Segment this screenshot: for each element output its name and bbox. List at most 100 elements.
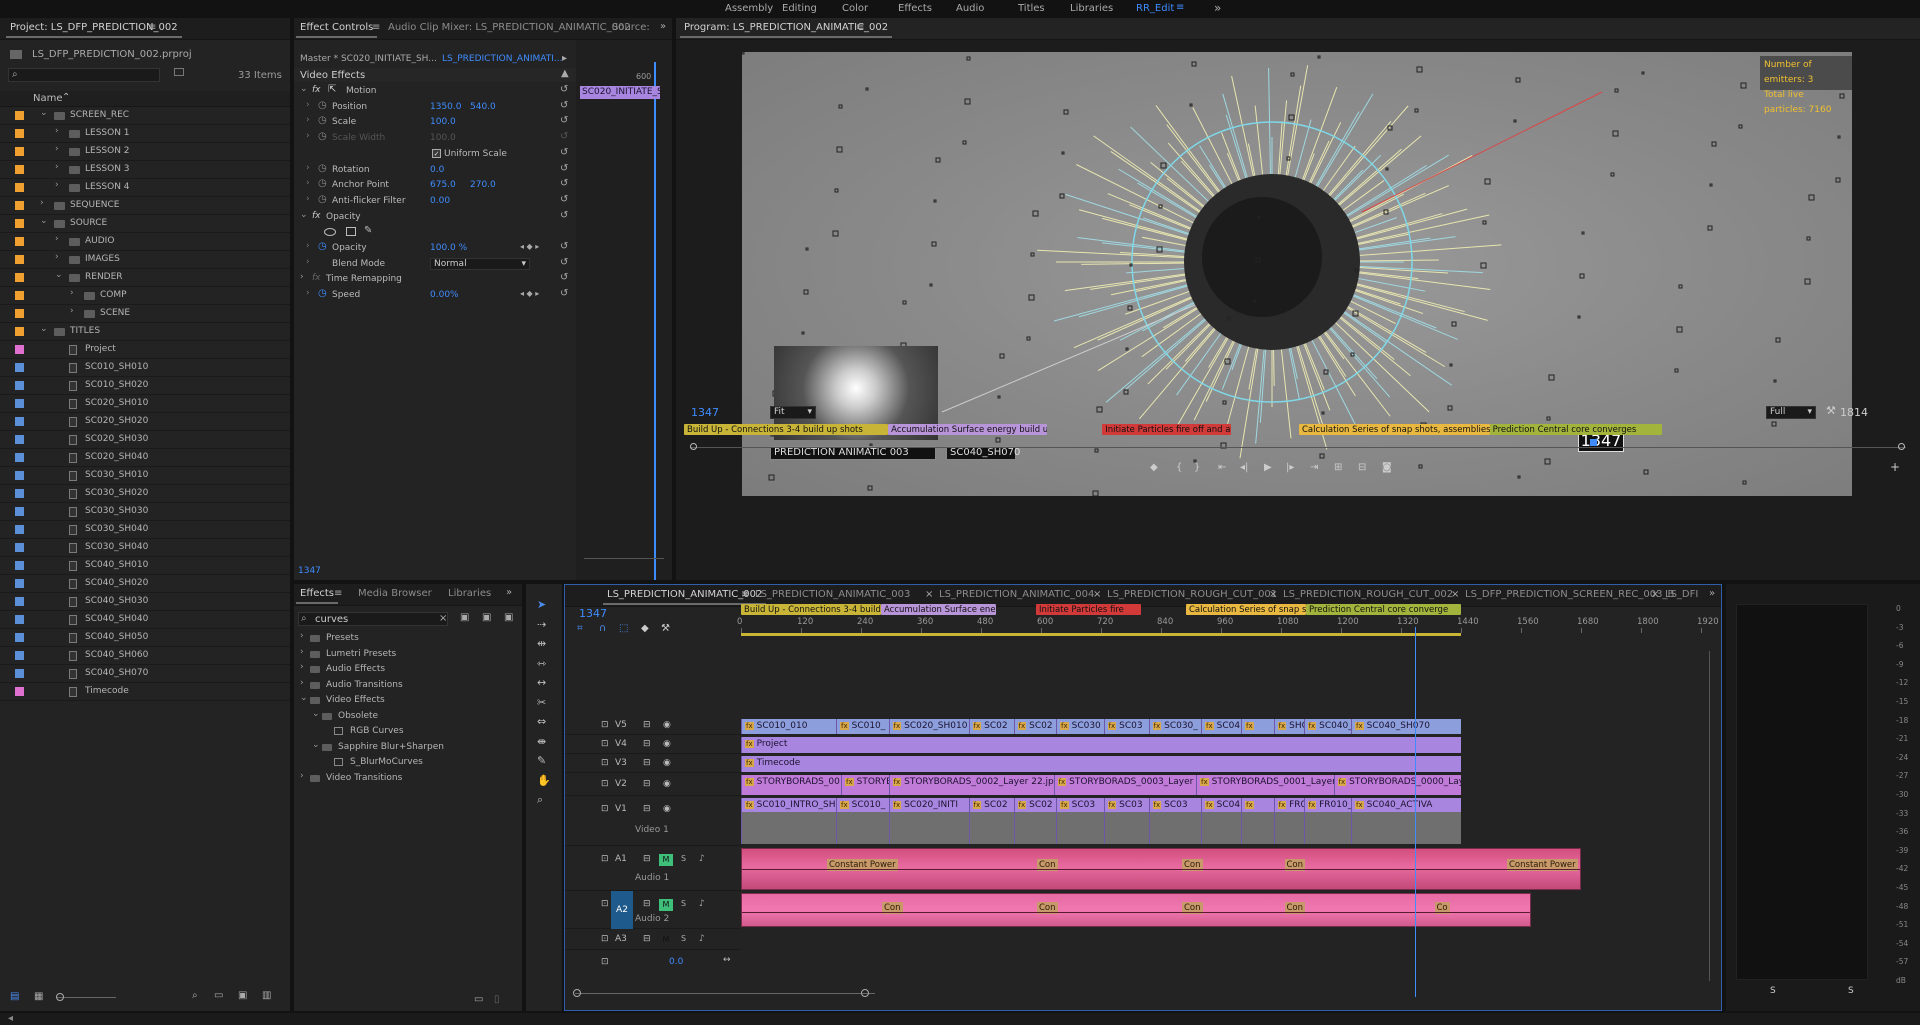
play-only-icon[interactable]: ▸ bbox=[562, 53, 567, 64]
clip[interactable]: fxFR0 bbox=[1273, 798, 1304, 844]
effect-row[interactable]: › ◷ Anchor Point 675.0 270.0 ↺ bbox=[294, 178, 576, 193]
chevron-right-icon[interactable]: › bbox=[306, 257, 310, 267]
chevron-right-icon[interactable]: › bbox=[70, 288, 74, 298]
clip[interactable]: fx SC040_SH070 bbox=[1351, 719, 1461, 734]
timeline-tab[interactable]: LS_PREDICTION_ANIMATIC_003 bbox=[755, 589, 910, 600]
chevron-down-icon[interactable]: ⌄ bbox=[300, 693, 308, 703]
scrubber-start[interactable] bbox=[690, 443, 697, 450]
clip[interactable]: fx SC040_ bbox=[1303, 719, 1351, 734]
reset-icon[interactable]: ↺ bbox=[560, 147, 568, 158]
stopwatch-icon[interactable]: ◷ bbox=[318, 100, 327, 111]
effect-row[interactable]: › ◷ Position 1350.0 540.0 ↺ bbox=[294, 100, 576, 115]
timeline-menu-icon[interactable]: ≡ bbox=[741, 589, 749, 600]
clip[interactable]: fx SC04 bbox=[1201, 798, 1241, 844]
chevron-down-icon[interactable]: ⌄ bbox=[40, 324, 48, 334]
keyframe-nav-icon[interactable]: ◂ ◆ ▸ bbox=[520, 289, 539, 298]
label-color-swatch[interactable] bbox=[15, 507, 24, 516]
effect-controls-menu-icon[interactable]: ≡ bbox=[372, 22, 380, 33]
project-row[interactable]: SC020_SH030 bbox=[0, 431, 290, 449]
close-tab-icon[interactable]: × bbox=[1651, 589, 1659, 600]
label-color-swatch[interactable] bbox=[15, 669, 24, 678]
clip[interactable]: fx SC04 bbox=[1201, 719, 1241, 734]
label-color-swatch[interactable] bbox=[15, 147, 24, 156]
chevron-right-icon[interactable]: › bbox=[55, 144, 59, 154]
effect-row[interactable]: › fx Time Remapping ↺ bbox=[294, 272, 576, 287]
workspace-tab-editing[interactable]: Editing bbox=[782, 3, 817, 14]
tab-source[interactable]: Source: bbox=[612, 22, 650, 33]
eye-icon[interactable]: ◉ bbox=[663, 758, 671, 768]
step-back-button[interactable]: ◂| bbox=[1240, 462, 1248, 473]
workspace-active-tab[interactable]: RR_Edit bbox=[1136, 3, 1174, 14]
step-forward-button[interactable]: |▸ bbox=[1286, 462, 1294, 473]
chevron-right-icon[interactable]: › bbox=[306, 100, 310, 110]
chevron-right-icon[interactable]: › bbox=[300, 631, 304, 641]
sync-lock-icon[interactable]: ⊟ bbox=[643, 720, 651, 730]
chevron-right-icon[interactable]: › bbox=[306, 163, 310, 173]
export-frame-button[interactable]: ◙ bbox=[1382, 462, 1392, 473]
project-row[interactable]: › AUDIO bbox=[0, 233, 290, 251]
chevron-right-icon[interactable]: › bbox=[306, 241, 310, 251]
reset-icon[interactable]: ↺ bbox=[560, 115, 568, 126]
program-marker[interactable]: Calculation Series of snap shots, assemb… bbox=[1299, 424, 1490, 435]
label-color-swatch[interactable] bbox=[15, 363, 24, 372]
project-row[interactable]: › LESSON 4 bbox=[0, 179, 290, 197]
clip[interactable]: fx SC03 bbox=[1103, 719, 1149, 734]
rect-mask-icon[interactable] bbox=[346, 227, 356, 237]
chevron-down-icon[interactable]: ⌄ bbox=[300, 210, 308, 220]
program-marker[interactable]: Prediction Central core converges bbox=[1489, 424, 1662, 435]
project-row[interactable]: ⌄ TITLES bbox=[0, 323, 290, 341]
track-id[interactable]: V4 bbox=[615, 739, 627, 749]
property-value-1[interactable]: 100.0 bbox=[430, 133, 456, 143]
chevron-right-icon[interactable]: › bbox=[70, 306, 74, 316]
workspace-tab-assembly[interactable]: Assembly bbox=[725, 3, 773, 14]
eye-icon[interactable]: ◉ bbox=[663, 720, 671, 730]
label-color-swatch[interactable] bbox=[15, 327, 24, 336]
label-color-swatch[interactable] bbox=[15, 633, 24, 642]
chevron-down-icon[interactable]: ⌄ bbox=[40, 216, 48, 226]
list-view-icon[interactable]: ▤ bbox=[10, 991, 19, 1002]
new-bin-button[interactable]: ▭ bbox=[214, 990, 223, 1001]
clip[interactable]: fx SC02 bbox=[1013, 719, 1056, 734]
workspace-tab-color[interactable]: Color bbox=[842, 3, 868, 14]
program-marker[interactable]: Build Up - Connections 3-4 build up shot… bbox=[684, 424, 889, 435]
property-value-1[interactable]: 100.0 % bbox=[430, 243, 467, 253]
label-color-swatch[interactable] bbox=[15, 561, 24, 570]
chevron-down-icon[interactable]: ⌄ bbox=[300, 84, 308, 94]
chevron-right-icon[interactable]: › bbox=[306, 288, 310, 298]
label-color-swatch[interactable] bbox=[15, 165, 24, 174]
project-row[interactable]: SC020_SH020 bbox=[0, 413, 290, 431]
sync-lock-icon[interactable]: ⊟ bbox=[643, 854, 651, 864]
stopwatch-icon[interactable]: ◷ bbox=[318, 131, 327, 142]
clip[interactable]: fx SC02 bbox=[968, 719, 1014, 734]
chevron-right-icon[interactable]: › bbox=[300, 662, 304, 672]
program-scrubber[interactable] bbox=[690, 439, 1906, 453]
reset-icon[interactable]: ↺ bbox=[560, 131, 568, 142]
effects-tree-item[interactable]: ⌄ Obsolete bbox=[294, 709, 522, 724]
stopwatch-icon[interactable]: ◷ bbox=[318, 288, 327, 299]
slide-tool-icon[interactable]: ⇼ bbox=[537, 735, 546, 748]
keyframe-nav-icon[interactable]: ◂ ◆ ▸ bbox=[520, 242, 539, 251]
track-id[interactable]: V1 bbox=[615, 804, 627, 814]
sync-lock-icon[interactable]: ⊟ bbox=[643, 779, 651, 789]
property-value-1[interactable]: 0.00% bbox=[430, 290, 459, 300]
track-header-a1[interactable]: ⊡ A1 ⊟ M S ♪ Audio 1 bbox=[565, 846, 741, 891]
effects-tree-item[interactable]: › Audio Effects bbox=[294, 662, 522, 677]
track-id[interactable]: V3 bbox=[615, 758, 627, 768]
sync-lock-icon[interactable]: ⊟ bbox=[643, 934, 651, 944]
project-row[interactable]: ⌄ SOURCE bbox=[0, 215, 290, 233]
stopwatch-icon[interactable]: ◷ bbox=[318, 241, 327, 252]
master-volume-value[interactable]: 0.0 bbox=[669, 957, 683, 967]
uniform-scale-checkbox[interactable]: ✓ bbox=[432, 148, 441, 158]
stopwatch-icon[interactable]: ◷ bbox=[318, 178, 327, 189]
project-row[interactable]: SC040_SH030 bbox=[0, 593, 290, 611]
effects-tree-item[interactable]: ⌄ Video Effects bbox=[294, 693, 522, 708]
clip[interactable]: fx bbox=[1241, 719, 1274, 734]
clip[interactable]: fx SC02 bbox=[1013, 798, 1056, 844]
fx-icon[interactable]: fx bbox=[312, 273, 321, 283]
label-color-swatch[interactable] bbox=[15, 579, 24, 588]
label-color-swatch[interactable] bbox=[15, 435, 24, 444]
lift-button[interactable]: ⊞ bbox=[1334, 462, 1342, 473]
project-row[interactable]: › COMP bbox=[0, 287, 290, 305]
new-bin-icon[interactable] bbox=[174, 68, 184, 76]
tab-effects[interactable]: Effects bbox=[296, 588, 338, 604]
